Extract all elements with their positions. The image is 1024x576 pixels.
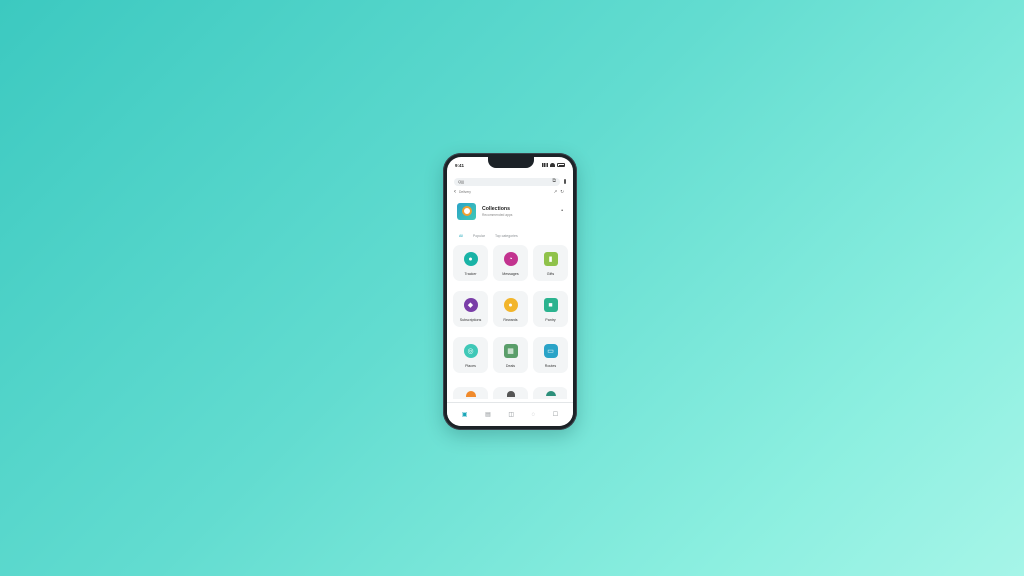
url-row: ‹ Delivery ↗ ↻ bbox=[454, 189, 564, 195]
signal-icon bbox=[542, 163, 548, 167]
chat-icon: ◔ bbox=[503, 252, 518, 266]
app-grid-next-row bbox=[453, 387, 567, 399]
page-subtitle: Recommended apps bbox=[482, 212, 513, 217]
status-time: 9:41 bbox=[455, 162, 465, 168]
app-tile-subscriptions[interactable]: ◆ Subscriptions bbox=[453, 291, 488, 327]
tile-label: Places bbox=[465, 364, 476, 368]
tile-label: Gifts bbox=[546, 272, 555, 276]
url-text: Delivery bbox=[459, 190, 471, 194]
app-tile-gifts[interactable]: ▮ Gifts bbox=[533, 245, 568, 281]
wifi-icon bbox=[550, 163, 555, 167]
home-icon[interactable]: ▣ bbox=[462, 412, 468, 418]
tile-label: Tracker bbox=[464, 272, 477, 276]
profile-icon[interactable]: ☐ bbox=[553, 412, 558, 418]
tab-all[interactable]: All bbox=[459, 234, 463, 238]
tile-label: Subscriptions bbox=[459, 318, 482, 322]
search-row: Q||| ⧉ bbox=[454, 177, 566, 186]
chat-icon[interactable]: ◌ bbox=[532, 412, 536, 418]
app-tile-routes[interactable]: ▭ Routes bbox=[533, 337, 568, 373]
app-tile-places[interactable]: ◎ Places bbox=[453, 337, 488, 373]
search-text: Q||| bbox=[458, 179, 465, 184]
search-input[interactable]: Q||| ⧉ bbox=[454, 177, 560, 186]
app-tile-partial[interactable] bbox=[493, 387, 528, 399]
tile-label: Messages bbox=[502, 272, 519, 276]
bag-icon: ◆ bbox=[463, 298, 478, 312]
page-title: Collections bbox=[482, 205, 510, 212]
tab-popular[interactable]: Popular bbox=[473, 234, 485, 238]
app-header: Collections Recommended apps • bbox=[457, 202, 563, 220]
partial-app-icon bbox=[545, 391, 556, 396]
app-tile-rewards[interactable]: ● Rewards bbox=[493, 291, 528, 327]
bottom-nav: ▣ ▤ ◫ ◌ ☐ bbox=[447, 402, 573, 426]
back-arrow-icon[interactable]: ‹ bbox=[454, 189, 456, 195]
app-tile-messages[interactable]: ◔ Messages bbox=[493, 245, 528, 281]
copy-icon[interactable]: ⧉ bbox=[552, 179, 556, 184]
phone-screen: 9:41 Q||| ⧉ ‹ Delivery ↗ ↻ Collections R… bbox=[447, 157, 573, 426]
logo-mark-icon bbox=[461, 206, 472, 216]
tile-label: Pantry bbox=[545, 318, 556, 322]
grid-icon[interactable]: ▤ bbox=[485, 412, 491, 418]
truck-icon: ▭ bbox=[543, 344, 558, 358]
tile-label: Routes bbox=[544, 364, 557, 368]
bag-icon[interactable]: ◫ bbox=[508, 412, 514, 418]
tab-bar: All Popular Top categories bbox=[459, 233, 561, 239]
app-tile-deals[interactable]: ▦ Deals bbox=[493, 337, 528, 373]
partial-app-icon bbox=[465, 391, 476, 397]
app-logo bbox=[457, 202, 476, 220]
app-tile-pantry[interactable]: ■ Pantry bbox=[533, 291, 568, 327]
tile-label: Rewards bbox=[503, 318, 518, 322]
app-tile-partial[interactable] bbox=[533, 387, 567, 399]
app-grid: ● Tracker ◔ Messages ▮ Gifts ◆ Subscript… bbox=[453, 245, 568, 373]
ticket-icon: ▦ bbox=[503, 344, 518, 358]
phone-frame: 9:41 Q||| ⧉ ‹ Delivery ↗ ↻ Collections R… bbox=[443, 153, 577, 430]
app-tile-tracker[interactable]: ● Tracker bbox=[453, 245, 488, 281]
microphone-icon[interactable] bbox=[564, 179, 566, 184]
app-tile-partial[interactable] bbox=[453, 387, 488, 399]
box-icon: ■ bbox=[543, 298, 558, 312]
gift-icon: ▮ bbox=[543, 252, 558, 266]
tab-top-categories[interactable]: Top categories bbox=[495, 234, 518, 238]
share-icon[interactable]: ↗ bbox=[553, 189, 557, 195]
status-bar: 9:41 bbox=[455, 161, 565, 169]
tile-label: Deals bbox=[505, 364, 516, 368]
header-text: Collections Recommended apps bbox=[482, 206, 555, 217]
refresh-icon[interactable]: ↻ bbox=[560, 189, 564, 195]
status-icons bbox=[542, 163, 565, 167]
url-actions: ↗ ↻ bbox=[553, 189, 564, 195]
coin-icon: ● bbox=[503, 298, 518, 312]
location-icon: ◎ bbox=[463, 344, 478, 358]
pin-icon: ● bbox=[463, 252, 478, 266]
more-icon[interactable]: • bbox=[561, 208, 563, 214]
battery-icon bbox=[557, 163, 565, 167]
partial-app-icon bbox=[506, 391, 515, 397]
